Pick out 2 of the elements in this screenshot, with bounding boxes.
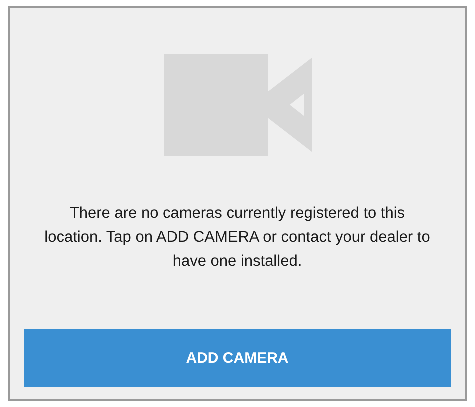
empty-message: There are no cameras currently registered to this location. Tap on ADD CAMERA or contact your dealer to have one installed.: [44, 204, 432, 272]
add-camera-button[interactable]: ADD CAMERA: [24, 329, 451, 387]
